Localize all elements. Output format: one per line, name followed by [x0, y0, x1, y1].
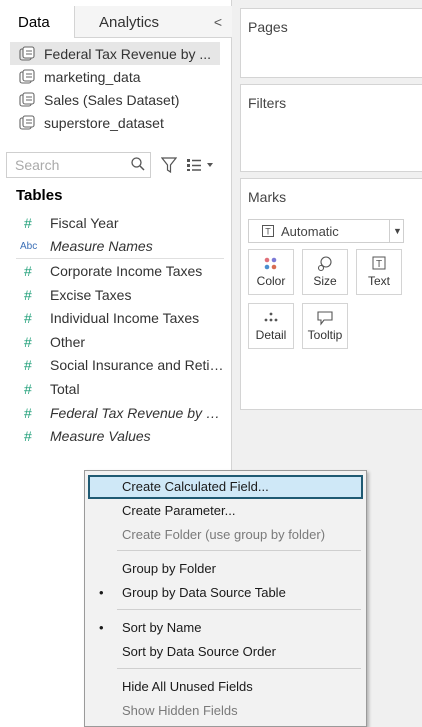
- pages-title: Pages: [248, 19, 288, 35]
- menu-item-label: Group by Data Source Table: [122, 585, 286, 600]
- checked-bullet-icon: •: [99, 620, 104, 635]
- menu-item-group-by-folder[interactable]: Group by Folder: [88, 557, 363, 581]
- color-label: Color: [256, 274, 286, 288]
- checked-bullet-icon: •: [99, 585, 104, 600]
- menu-item-hide-unused-fields[interactable]: Hide All Unused Fields: [88, 675, 363, 699]
- color-mark-button[interactable]: Color: [248, 249, 294, 295]
- field-item-excise-taxes[interactable]: # Excise Taxes: [16, 283, 224, 307]
- search-row: Search: [6, 152, 226, 178]
- marks-card: Marks T Automatic ▼ Color Size T Text De…: [240, 178, 422, 410]
- text-icon: T: [372, 256, 386, 270]
- measure-icon: #: [24, 380, 32, 397]
- data-source-icon: [19, 114, 35, 130]
- field-label: Total: [50, 380, 80, 397]
- field-item-corporate-income-taxes[interactable]: # Corporate Income Taxes: [16, 259, 224, 283]
- field-label: Individual Income Taxes: [50, 310, 200, 327]
- field-item-measure-names[interactable]: Abc Measure Names: [16, 235, 224, 259]
- size-label: Size: [313, 274, 337, 288]
- detail-icon: [264, 312, 278, 322]
- data-source-list: Federal Tax Revenue by ... marketing_dat…: [10, 42, 220, 134]
- data-source-label: marketing_data: [44, 68, 141, 85]
- field-item-social-insurance[interactable]: # Social Insurance and Retir...: [16, 354, 224, 378]
- menu-item-sort-by-name[interactable]: • Sort by Name: [88, 616, 363, 640]
- field-label: Fiscal Year: [50, 214, 119, 231]
- measure-icon: #: [24, 357, 32, 374]
- menu-item-create-parameter[interactable]: Create Parameter...: [88, 499, 363, 523]
- field-label: Measure Values: [50, 428, 151, 445]
- tables-header: Tables: [16, 187, 63, 204]
- measure-icon: #: [24, 310, 32, 327]
- marks-title: Marks: [248, 189, 287, 205]
- data-source-icon: [19, 45, 35, 61]
- view-options-icon[interactable]: [186, 158, 216, 172]
- text-label: Text: [367, 274, 390, 288]
- menu-item-show-hidden-fields: Show Hidden Fields: [122, 703, 238, 718]
- field-list: # Fiscal Year Abc Measure Names # Corpor…: [16, 211, 224, 448]
- mark-type-dropdown[interactable]: T Automatic ▼: [248, 219, 404, 243]
- field-item-other[interactable]: # Other: [16, 330, 224, 354]
- menu-separator: [117, 668, 361, 669]
- data-source-item[interactable]: Federal Tax Revenue by ...: [10, 42, 220, 65]
- dimension-icon: Abc: [20, 240, 38, 252]
- field-item-total[interactable]: # Total: [16, 377, 224, 401]
- data-source-label: superstore_dataset: [44, 114, 164, 131]
- text-mark-button[interactable]: T Text: [356, 249, 402, 295]
- field-item-record-count[interactable]: # Federal Tax Revenue by S...: [16, 401, 224, 425]
- measure-icon: #: [24, 428, 32, 445]
- mark-type-label: Automatic: [281, 224, 339, 239]
- measure-icon: #: [24, 214, 32, 231]
- filters-title: Filters: [248, 95, 287, 111]
- field-label: Other: [50, 333, 86, 350]
- chevron-down-icon[interactable]: ▼: [389, 220, 405, 242]
- data-source-icon: [19, 68, 35, 84]
- menu-separator: [117, 550, 361, 551]
- tooltip-mark-button[interactable]: Tooltip: [302, 303, 348, 349]
- menu-item-create-calculated-field[interactable]: Create Calculated Field...: [88, 475, 363, 499]
- field-label: Measure Names: [50, 238, 153, 255]
- tab-analytics-label: Analytics: [99, 14, 160, 31]
- menu-item-label: Sort by Name: [122, 620, 202, 635]
- menu-item-sort-by-source-order[interactable]: Sort by Data Source Order: [88, 640, 363, 664]
- field-label: Social Insurance and Retir...: [50, 357, 224, 374]
- menu-item-create-folder: Create Folder (use group by folder): [122, 527, 326, 542]
- tab-analytics[interactable]: Analytics <: [74, 6, 232, 38]
- search-icon[interactable]: [130, 156, 146, 172]
- tooltip-icon: [317, 311, 333, 326]
- detail-mark-button[interactable]: Detail: [248, 303, 294, 349]
- automatic-mark-icon: T: [262, 225, 274, 237]
- field-label: Corporate Income Taxes: [50, 262, 203, 279]
- data-source-label: Federal Tax Revenue by ...: [44, 45, 212, 62]
- tooltip-label: Tooltip: [307, 328, 343, 342]
- pages-shelf[interactable]: Pages: [240, 8, 422, 78]
- data-source-item[interactable]: superstore_dataset: [10, 111, 220, 134]
- field-item-measure-values[interactable]: # Measure Values: [16, 424, 224, 448]
- field-label: Excise Taxes: [50, 286, 132, 303]
- tab-data[interactable]: Data: [0, 6, 74, 38]
- field-item-fiscal-year[interactable]: # Fiscal Year: [16, 211, 224, 235]
- color-icon: [264, 257, 277, 270]
- svg-text:T: T: [265, 227, 271, 237]
- measure-icon: #: [24, 404, 32, 421]
- detail-label: Detail: [255, 328, 287, 342]
- measure-icon: #: [24, 262, 32, 279]
- data-source-item[interactable]: Sales (Sales Dataset): [10, 88, 220, 111]
- data-source-item[interactable]: marketing_data: [10, 65, 220, 88]
- menu-separator: [117, 609, 361, 610]
- field-item-individual-income-taxes[interactable]: # Individual Income Taxes: [16, 306, 224, 330]
- context-menu: Create Calculated Field... Create Parame…: [84, 470, 367, 727]
- svg-text:T: T: [376, 259, 382, 270]
- measure-icon: #: [24, 286, 32, 303]
- size-icon: [317, 256, 332, 272]
- filter-icon[interactable]: [161, 156, 177, 174]
- collapse-pane-button[interactable]: <: [214, 14, 222, 30]
- data-source-icon: [19, 91, 35, 107]
- field-label: Federal Tax Revenue by S...: [50, 404, 224, 421]
- size-mark-button[interactable]: Size: [302, 249, 348, 295]
- menu-item-group-by-table[interactable]: • Group by Data Source Table: [88, 581, 363, 605]
- filters-shelf[interactable]: Filters: [240, 84, 422, 172]
- data-source-label: Sales (Sales Dataset): [44, 91, 180, 108]
- pane-tabs: Data Analytics <: [0, 6, 232, 38]
- measure-icon: #: [24, 333, 32, 350]
